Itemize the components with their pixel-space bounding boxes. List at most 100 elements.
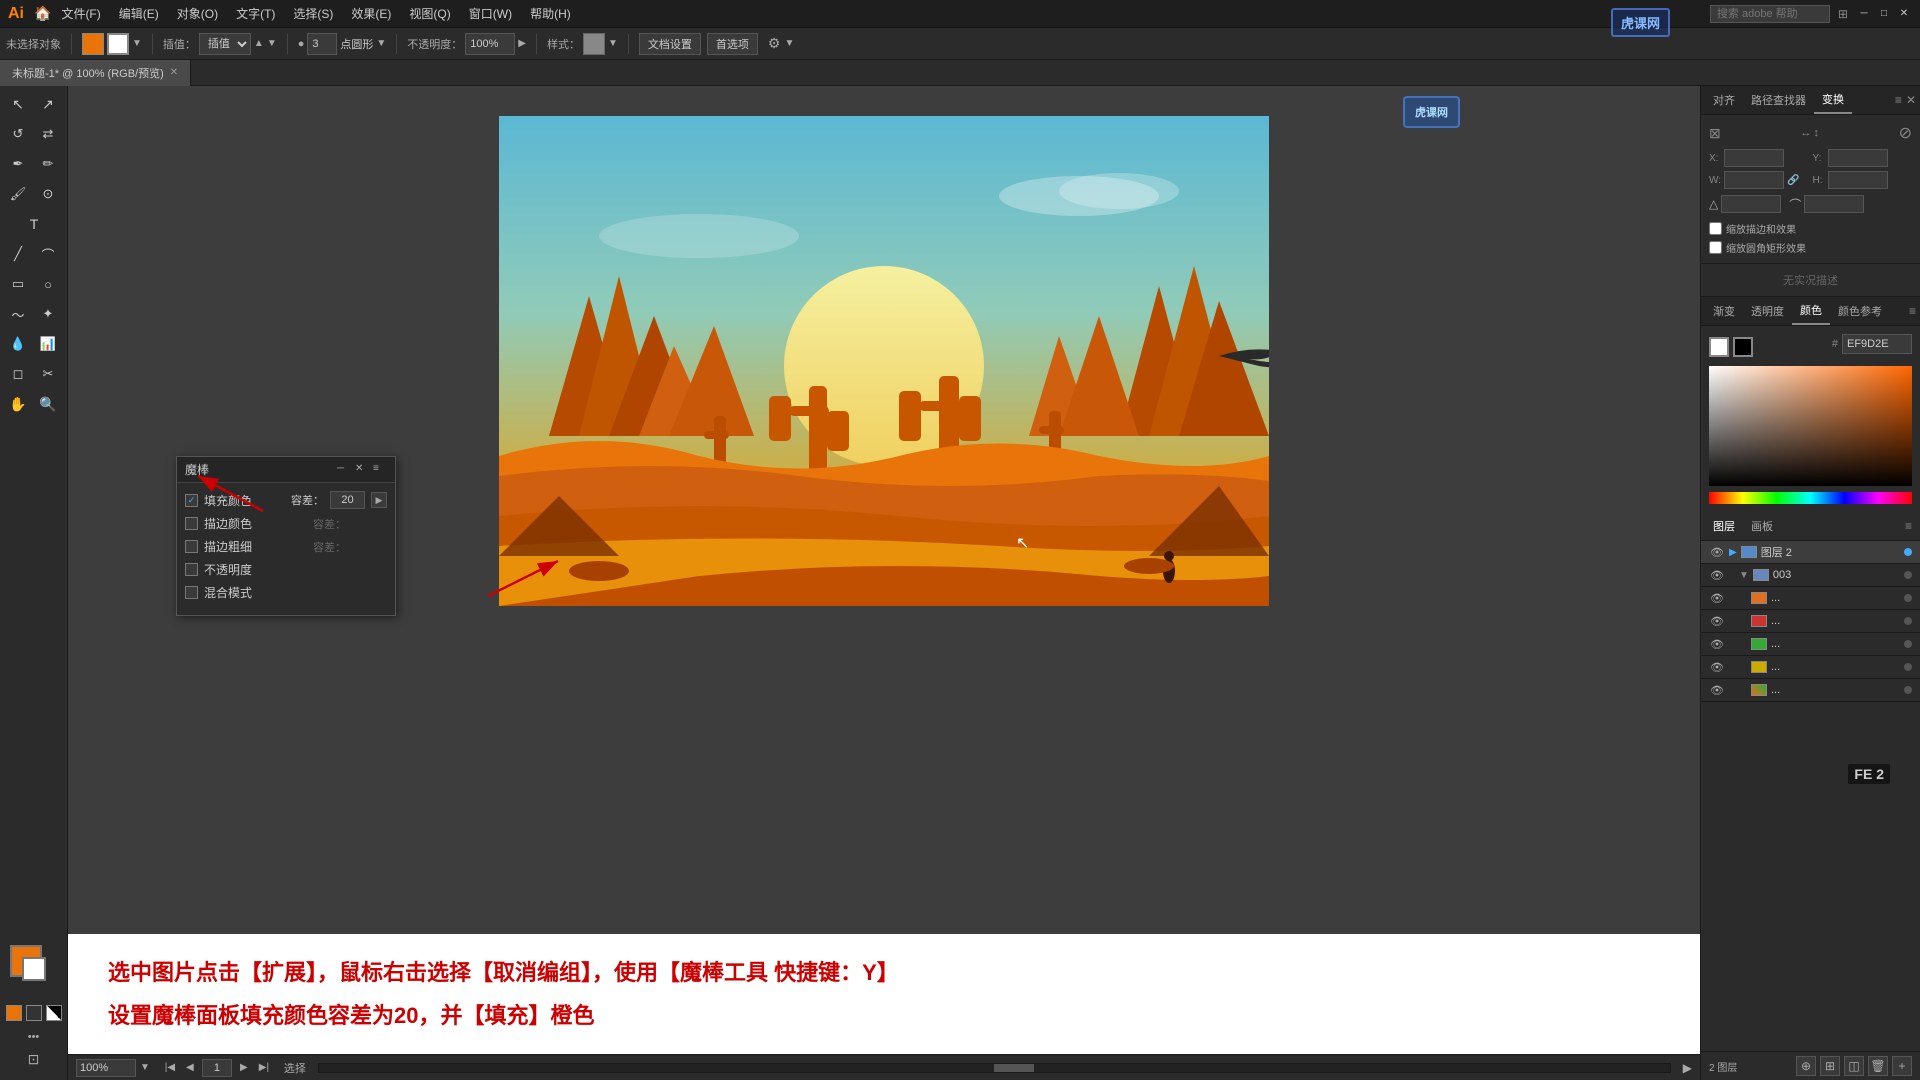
layer-003-eye[interactable]: 👁 (1709, 567, 1725, 583)
layer-yellow-eye[interactable]: 👁 (1709, 659, 1725, 675)
layers-menu-icon[interactable]: ≡ (1905, 519, 1912, 533)
flip-v-icon[interactable]: ↕ (1813, 127, 1819, 139)
scroll-right-btn[interactable]: ▶ (1683, 1061, 1692, 1075)
layer-item-003[interactable]: 👁 ▼ 003 (1701, 564, 1920, 587)
layer-orange-eye[interactable]: 👁 (1709, 590, 1725, 606)
maximize-btn[interactable]: □ (1876, 6, 1892, 22)
scale-corners-checkbox[interactable] (1709, 241, 1722, 254)
style-arrow[interactable]: ▼ (608, 38, 618, 49)
select-tool[interactable]: ↖ (4, 90, 32, 118)
menu-file[interactable]: 文件(F) (53, 3, 108, 24)
layer-2-arrow[interactable]: ▶ (1729, 547, 1737, 558)
menu-help[interactable]: 帮助(H) (522, 3, 579, 24)
direct-select-tool[interactable]: ↗ (34, 90, 62, 118)
tab-close-btn[interactable]: ✕ (170, 67, 178, 78)
make-sub-layer-btn[interactable]: ⊕ (1796, 1056, 1816, 1076)
color-bg-swatch[interactable] (1733, 337, 1753, 357)
fill-color-checkbox[interactable] (185, 494, 198, 507)
x-input[interactable] (1724, 149, 1784, 167)
ellipse-tool[interactable]: ○ (34, 270, 62, 298)
page-input[interactable] (202, 1059, 232, 1077)
stroke-weight-checkbox[interactable] (185, 540, 198, 553)
constrain-icon[interactable]: ⊠ (1709, 125, 1721, 142)
fill-tolerance-input[interactable] (330, 491, 365, 509)
doc-settings-btn[interactable]: 文档设置 (639, 33, 701, 55)
puppet-tool[interactable]: ✦ (34, 300, 62, 328)
tab-main[interactable]: 未标题-1* @ 100% (RGB/预览) ✕ (0, 60, 191, 86)
angle-input[interactable] (1721, 195, 1781, 213)
tab-artboard[interactable]: 画板 (1747, 516, 1777, 536)
blend-mode-checkbox[interactable] (185, 586, 198, 599)
nav-prev[interactable]: ◀ (182, 1060, 198, 1076)
opacity-arrow[interactable]: ▶ (518, 38, 526, 49)
add-layer-btn[interactable]: + (1892, 1056, 1912, 1076)
blend-up-icon[interactable]: ▲ (254, 38, 264, 49)
mirror-tool[interactable]: ⇄ (34, 120, 62, 148)
fill-color-swatch[interactable] (82, 33, 104, 55)
shear-input[interactable] (1804, 195, 1864, 213)
hex-input[interactable] (1842, 334, 1912, 354)
prefs-btn[interactable]: 首选项 (707, 33, 758, 55)
layer-item-orange[interactable]: 👁 ... (1701, 587, 1920, 610)
canvas-viewport[interactable]: 魔棒 ─ ✕ ≡ 填充颜色 容差： ▶ (68, 86, 1700, 934)
tab-layers[interactable]: 图层 (1709, 516, 1739, 536)
scissors-tool[interactable]: ✂ (34, 360, 62, 388)
layer-item-red[interactable]: 👁 ... (1701, 610, 1920, 633)
rect-tool[interactable]: ▭ (4, 270, 32, 298)
chart-tool[interactable]: 📊 (34, 330, 62, 358)
layer-2-eye[interactable]: 👁 (1709, 544, 1725, 560)
tab-color[interactable]: 颜色 (1792, 297, 1830, 325)
menu-view[interactable]: 视图(Q) (401, 3, 458, 24)
minimize-btn[interactable]: ─ (1856, 6, 1872, 22)
nav-last[interactable]: ▶| (256, 1060, 272, 1076)
layer-item-yellow[interactable]: 👁 ... (1701, 656, 1920, 679)
blend-down-icon[interactable]: ▼ (267, 38, 277, 49)
artboard-btn[interactable]: ⊡ (28, 1051, 40, 1068)
brush-tool[interactable]: 🖌 (4, 180, 32, 208)
w-input[interactable] (1724, 171, 1784, 189)
color-fg-swatch[interactable] (1709, 337, 1729, 357)
magic-panel-close[interactable]: ✕ (355, 463, 369, 477)
magic-panel-menu[interactable]: ≡ (373, 463, 387, 477)
warp-tool[interactable]: 〜 (4, 300, 32, 328)
line-tool[interactable]: ╱ (4, 240, 32, 268)
layer-green-eye[interactable]: 👁 (1709, 636, 1725, 652)
tab-color-ref[interactable]: 颜色参考 (1830, 298, 1890, 324)
flip-h-icon[interactable]: ↔ (1800, 127, 1811, 139)
zoom-tool[interactable]: 🔍 (34, 390, 62, 418)
orange-swatch[interactable] (6, 1005, 22, 1021)
pen-tool[interactable]: ✒ (4, 150, 32, 178)
h-input[interactable] (1828, 171, 1888, 189)
eyedrop-tool[interactable]: 💧 (4, 330, 32, 358)
layer-item-multi[interactable]: 👁 ... (1701, 679, 1920, 702)
layer-003-arrow[interactable]: ▼ (1739, 570, 1749, 581)
rotate-tool[interactable]: ↺ (4, 120, 32, 148)
menu-window[interactable]: 窗口(W) (461, 3, 520, 24)
tab-align[interactable]: 对齐 (1705, 87, 1743, 113)
layer-item-green[interactable]: 👁 ... (1701, 633, 1920, 656)
layout-icon[interactable]: ⊞ (1838, 7, 1848, 21)
tab-pathfinder[interactable]: 路径查找器 (1743, 87, 1814, 113)
scale-strokes-checkbox[interactable] (1709, 222, 1722, 235)
search-input[interactable] (1710, 5, 1830, 23)
gradient-swatch[interactable] (46, 1005, 62, 1021)
menu-effect[interactable]: 效果(E) (343, 3, 399, 24)
opacity-checkbox[interactable] (185, 563, 198, 576)
pencil-tool[interactable]: ✏ (34, 150, 62, 178)
layer-red-eye[interactable]: 👁 (1709, 613, 1725, 629)
delete-layer-btn[interactable]: 🗑 (1868, 1056, 1888, 1076)
scroll-bar-horizontal[interactable] (318, 1063, 1671, 1073)
tab-transparency[interactable]: 透明度 (1743, 298, 1792, 324)
background-color[interactable] (22, 957, 46, 981)
menu-object[interactable]: 对象(O) (169, 3, 226, 24)
close-btn[interactable]: ✕ (1896, 6, 1912, 22)
copy-layer-btn[interactable]: ◫ (1844, 1056, 1864, 1076)
stroke-color-checkbox[interactable] (185, 517, 198, 530)
tab-transform[interactable]: 变换 (1814, 86, 1852, 114)
fill-tolerance-increase[interactable]: ▶ (371, 492, 387, 508)
layer-multi-eye[interactable]: 👁 (1709, 682, 1725, 698)
scale-strokes-label[interactable]: 缩放描边和效果 (1709, 221, 1912, 236)
hue-bar[interactable] (1709, 492, 1912, 504)
color-panel-menu[interactable]: ≡ (1909, 304, 1916, 318)
extra-icon[interactable]: ⚙ (768, 35, 781, 52)
